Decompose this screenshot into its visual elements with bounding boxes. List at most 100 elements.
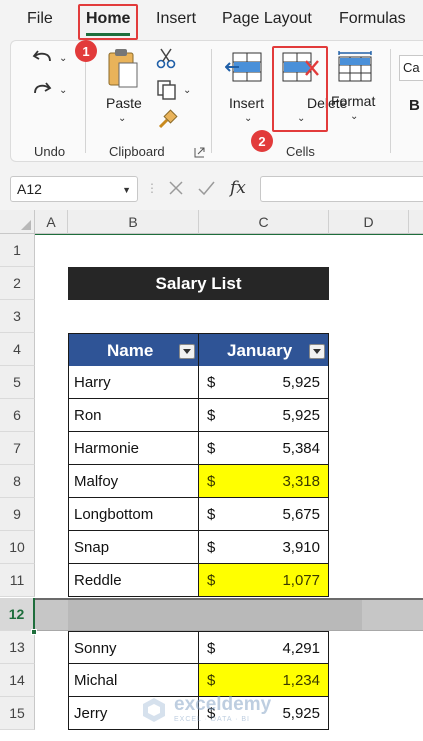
tab-page-layout[interactable]: Page Layout (222, 10, 312, 28)
row-header-3[interactable]: 3 (0, 300, 35, 333)
format-cells-icon[interactable] (337, 51, 375, 88)
name-box-value: A12 (17, 181, 42, 197)
formula-bar-grip-icon: ⋮ (146, 181, 158, 195)
header-name-label: Name (107, 341, 154, 360)
ribbon: ⌄ ⌄ Undo Paste ⌄ ⌄ Clipboard Insert ⌄ De… (10, 40, 423, 162)
amount-value: 5,384 (282, 440, 320, 457)
row-header-14[interactable]: 14 (0, 664, 35, 697)
amount-cell[interactable]: $5,675 (199, 498, 329, 531)
paste-button[interactable]: Paste (106, 95, 142, 111)
select-all-corner[interactable] (0, 210, 35, 234)
row-header-11[interactable]: 11 (0, 564, 35, 597)
column-header-a[interactable]: A (35, 210, 68, 234)
paste-icon[interactable] (106, 47, 140, 94)
name-cell[interactable]: Sonny (68, 631, 199, 664)
formula-bar: A12 ▼ ⋮ fx (0, 168, 423, 210)
row-header-12-selected[interactable]: 12 (0, 598, 35, 631)
name-cell[interactable]: Reddle (68, 564, 199, 597)
currency-symbol: $ (207, 440, 216, 457)
format-painter-icon[interactable] (156, 109, 178, 136)
worksheet-grid: A B C D 1 2 3 4 5 6 7 8 9 10 11 12 13 14… (0, 210, 423, 741)
exceldemy-logo-icon (140, 696, 168, 729)
name-box[interactable]: A12 ▼ (10, 176, 138, 202)
amount-value: 1,077 (282, 572, 320, 589)
step-badge-2: 2 (251, 130, 273, 152)
name-cell[interactable]: Longbottom (68, 498, 199, 531)
format-button[interactable]: Format (331, 93, 375, 109)
group-separator (85, 49, 86, 153)
amount-value: 5,925 (282, 407, 320, 424)
amount-cell[interactable]: $3,910 (199, 531, 329, 564)
insert-dropdown-chevron-icon[interactable]: ⌄ (244, 113, 252, 124)
selection-top-edge (35, 234, 423, 235)
cells-group-label: Cells (286, 144, 315, 159)
column-header-e[interactable] (409, 210, 423, 234)
font-name-box[interactable]: Ca (399, 55, 423, 81)
tab-file[interactable]: File (27, 10, 53, 28)
row-header-10[interactable]: 10 (0, 531, 35, 564)
row-header-7[interactable]: 7 (0, 432, 35, 465)
name-box-chevron-down-icon[interactable]: ▼ (122, 185, 131, 195)
selected-row-12[interactable] (35, 598, 423, 631)
undo-icon[interactable] (31, 47, 55, 74)
name-cell[interactable]: Snap (68, 531, 199, 564)
tab-insert[interactable]: Insert (156, 10, 196, 28)
bold-button[interactable]: B (409, 97, 420, 114)
formula-input[interactable] (260, 176, 423, 202)
confirm-entry-icon[interactable] (196, 177, 216, 204)
row-header-1[interactable]: 1 (0, 234, 35, 267)
undo-group-label: Undo (34, 144, 66, 159)
row-header-4[interactable]: 4 (0, 333, 35, 366)
row-header-2[interactable]: 2 (0, 267, 35, 300)
fill-handle[interactable] (31, 629, 37, 635)
cut-icon[interactable] (156, 47, 176, 74)
column-header-d[interactable]: D (329, 210, 409, 234)
amount-cell-highlighted[interactable]: $3,318 (199, 465, 329, 498)
clipboard-group-label: Clipboard (109, 144, 165, 159)
step-badge-1: 1 (75, 40, 97, 62)
amount-cell[interactable]: $5,925 (199, 366, 329, 399)
name-cell[interactable]: Malfoy (68, 465, 199, 498)
row-header-5[interactable]: 5 (0, 366, 35, 399)
row-header-13[interactable]: 13 (0, 631, 35, 664)
name-cell[interactable]: Ron (68, 399, 199, 432)
copy-icon[interactable] (156, 79, 178, 106)
insert-button[interactable]: Insert (229, 95, 264, 111)
paste-dropdown-chevron-icon[interactable]: ⌄ (118, 113, 126, 124)
tab-formulas[interactable]: Formulas (339, 10, 406, 28)
name-cell[interactable]: Harry (68, 366, 199, 399)
cancel-entry-icon[interactable] (166, 177, 186, 204)
row-header-8[interactable]: 8 (0, 465, 35, 498)
format-dropdown-chevron-icon[interactable]: ⌄ (350, 111, 358, 122)
january-filter-dropdown-icon[interactable] (309, 344, 325, 359)
redo-icon[interactable] (31, 79, 55, 106)
redo-dropdown-chevron-icon[interactable]: ⌄ (59, 85, 67, 96)
undo-dropdown-chevron-icon[interactable]: ⌄ (59, 53, 67, 64)
column-header-c[interactable]: C (199, 210, 329, 234)
watermark-brand: exceldemy (174, 694, 272, 715)
amount-value: 3,910 (282, 539, 320, 556)
amount-cell[interactable]: $5,925 (199, 399, 329, 432)
amount-value: 5,925 (282, 374, 320, 391)
clipboard-dialog-launcher-icon[interactable] (194, 145, 205, 163)
copy-dropdown-chevron-icon[interactable]: ⌄ (183, 85, 191, 96)
name-cell[interactable]: Harmonie (68, 432, 199, 465)
amount-value: 4,291 (282, 640, 320, 657)
row-header-15[interactable]: 15 (0, 697, 35, 730)
amount-cell[interactable]: $5,384 (199, 432, 329, 465)
salary-list-title[interactable]: Salary List (68, 267, 329, 300)
header-cell-name[interactable]: Name (68, 333, 199, 366)
watermark-tagline: EXCEL · DATA · BI (174, 716, 250, 723)
row-header-6[interactable]: 6 (0, 399, 35, 432)
exceldemy-watermark: exceldemy EXCEL · DATA · BI (140, 692, 300, 728)
amount-cell-highlighted[interactable]: $1,077 (199, 564, 329, 597)
delete-button-callout-box (272, 46, 328, 132)
row-header-9[interactable]: 9 (0, 498, 35, 531)
amount-cell[interactable]: $4,291 (199, 631, 329, 664)
name-filter-dropdown-icon[interactable] (179, 344, 195, 359)
menu-bar: File Home Insert Page Layout Formulas 1 (0, 0, 423, 62)
insert-function-button[interactable]: fx (230, 178, 246, 198)
column-header-b[interactable]: B (68, 210, 199, 234)
insert-cells-icon[interactable] (224, 51, 265, 88)
header-cell-january[interactable]: January (199, 333, 329, 366)
